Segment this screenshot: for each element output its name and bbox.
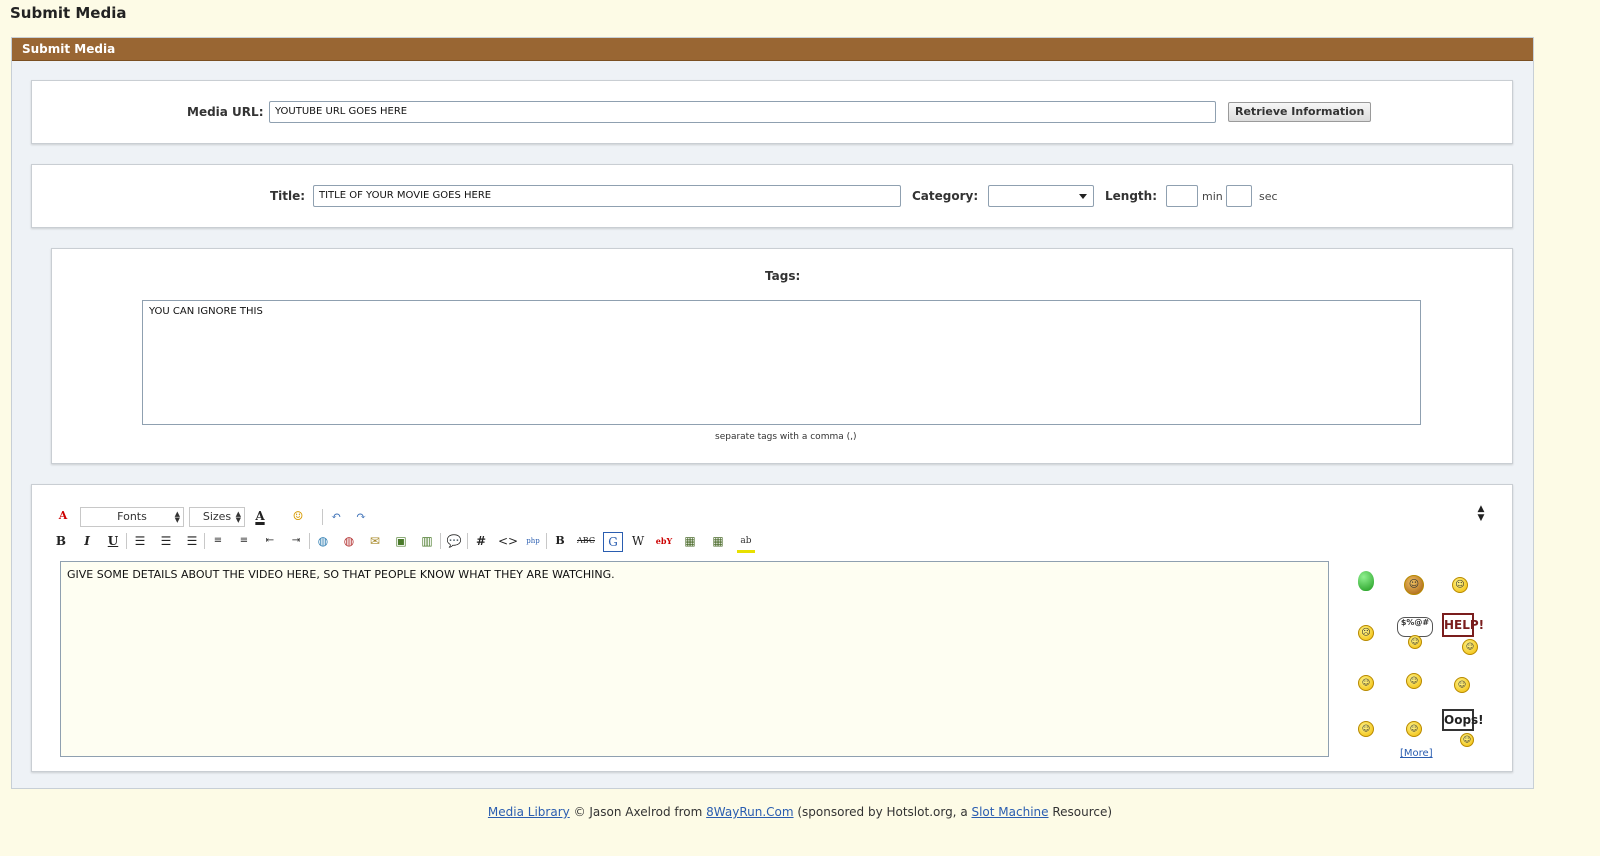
toolbar-separator [309,533,310,549]
remove-format-icon[interactable]: A [54,507,72,525]
toolbar-separator [204,533,205,549]
tags-textarea[interactable]: YOU CAN IGNORE THIS [142,300,1421,425]
reading-smilie-icon[interactable]: ☺ [1404,575,1424,595]
updown-icon: ▲ ▼ [235,510,241,524]
toolbar-separator [546,533,547,549]
media-url-label: Media URL: [187,105,264,119]
page-title: Submit Media [10,4,127,22]
tags-hint: separate tags with a comma (,) [715,432,857,442]
insert-video-icon[interactable]: ▥ [418,532,436,550]
outdent-icon[interactable]: ⇤ [261,532,279,550]
fonts-select[interactable]: Fonts ▲ ▼ [80,507,184,527]
editor-section: A Fonts ▲ ▼ Sizes ▲ ▼ A ☺ ↶ ↷ ▲ ▼ B I U ☰ ☰… [31,484,1513,772]
grin-smilie-icon[interactable]: ☺ [1358,721,1374,737]
shifty-smilie-icon[interactable]: ☺ [1406,673,1422,689]
min-label: min [1202,190,1223,203]
sizes-select[interactable]: Sizes ▲ ▼ [189,507,245,527]
category-label: Category: [912,189,979,203]
table-icon[interactable]: ▦ [681,532,699,550]
footer-sponsored: (sponsored by Hotslot.org, a [793,805,972,819]
site-link[interactable]: 8WayRun.Com [706,805,793,819]
bbcode-bold-icon[interactable]: B [551,532,569,550]
indent-icon[interactable]: ⇥ [287,532,305,550]
title-input[interactable]: TITLE OF YOUR MOVIE GOES HERE [313,185,901,207]
text-color-icon[interactable]: A [251,507,269,525]
media-url-input[interactable]: YOUTUBE URL GOES HERE [269,101,1216,123]
updown-icon: ▲ ▼ [174,510,180,524]
align-center-icon[interactable]: ☰ [157,532,175,550]
align-left-icon[interactable]: ☰ [131,532,149,550]
length-seconds-input[interactable] [1226,185,1252,207]
insert-link-icon[interactable]: ◍ [314,532,332,550]
help-face-icon[interactable]: ☺ [1462,639,1478,655]
media-url-section: Media URL: YOUTUBE URL GOES HERE Retriev… [31,80,1513,144]
unordered-list-icon[interactable]: ≡ [235,532,253,550]
bold-icon[interactable]: B [52,532,70,550]
ebay-icon[interactable]: ebY [655,532,673,550]
table-grid-icon[interactable]: ▦ [709,532,727,550]
collapse-toolbar-icon[interactable]: ▲ ▼ [1472,505,1490,523]
oops-face-icon[interactable]: ☺ [1460,733,1474,747]
footer-copyright: © Jason Axelrod from [569,805,707,819]
panel-header: Submit Media [12,38,1533,61]
google-icon[interactable]: G [603,532,623,552]
smile-smilie-icon[interactable]: ☺ [1406,721,1422,737]
strikethrough-icon[interactable]: ABC [577,532,595,550]
message-editor[interactable]: GIVE SOME DETAILS ABOUT THE VIDEO HERE, … [60,561,1329,757]
cussing-smilie-icon[interactable]: $%@# [1397,617,1433,637]
insert-image-icon[interactable]: ▣ [392,532,410,550]
title-label: Title: [270,189,306,203]
remove-link-icon[interactable]: ◍ [340,532,358,550]
fonts-select-label: Fonts [117,510,147,523]
redo-icon[interactable]: ↷ [352,507,370,525]
code-icon[interactable]: <> [498,532,518,550]
sad-smilie-icon[interactable]: ☹ [1358,625,1374,641]
more-smilies-link[interactable]: [More] [1400,748,1433,759]
help-sign-icon[interactable]: HELP! [1442,613,1484,637]
toolbar-separator [440,533,441,549]
slot-machine-link[interactable]: Slot Machine [971,805,1048,819]
length-label: Length: [1105,189,1157,203]
kicking-smilie-icon[interactable]: ☺ [1454,677,1470,693]
sizes-select-label: Sizes [202,510,232,523]
category-select[interactable] [988,185,1094,207]
oops-sign-icon[interactable]: Oops! [1442,709,1484,731]
tags-label: Tags: [765,269,801,283]
length-minutes-input[interactable] [1166,185,1198,207]
retrieve-information-button[interactable]: Retrieve Information [1228,102,1372,122]
hashtag-icon[interactable]: # [472,532,490,550]
toolbar-separator [467,533,468,549]
chevron-down-icon [1079,194,1087,199]
spellcheck-icon[interactable]: ab [737,532,755,553]
smilies-menu-icon[interactable]: ☺ [289,507,307,525]
ordered-list-icon[interactable]: ≡ [209,532,227,550]
idea-smilie-icon[interactable]: ☺ [1358,675,1374,691]
italic-icon[interactable]: I [78,532,96,550]
undo-icon[interactable]: ↶ [327,507,345,525]
quote-icon[interactable]: 💬 [445,532,463,550]
wikipedia-icon[interactable]: W [629,532,647,550]
footer: Media Library © Jason Axelrod from 8WayR… [0,805,1600,819]
footer-resource: Resource) [1048,805,1113,819]
media-library-link[interactable]: Media Library [488,805,570,819]
cussing-face-icon[interactable]: ☺ [1408,635,1422,649]
toolbar-separator [126,533,127,549]
eyeroll-smilie-icon[interactable]: ☺ [1452,577,1468,593]
php-icon[interactable]: php [524,532,542,550]
submit-media-panel: Submit Media Media URL: YOUTUBE URL GOES… [11,37,1534,789]
align-right-icon[interactable]: ☰ [183,532,201,550]
tags-section: Tags: YOU CAN IGNORE THIS separate tags … [51,248,1513,464]
email-link-icon[interactable]: ✉ [366,532,384,550]
underline-icon[interactable]: U [104,532,122,550]
sec-label: sec [1259,190,1278,203]
balloon-smilie-icon[interactable] [1358,571,1374,591]
toolbar-separator [322,509,323,525]
details-section: Title: TITLE OF YOUR MOVIE GOES HERE Cat… [31,164,1513,228]
